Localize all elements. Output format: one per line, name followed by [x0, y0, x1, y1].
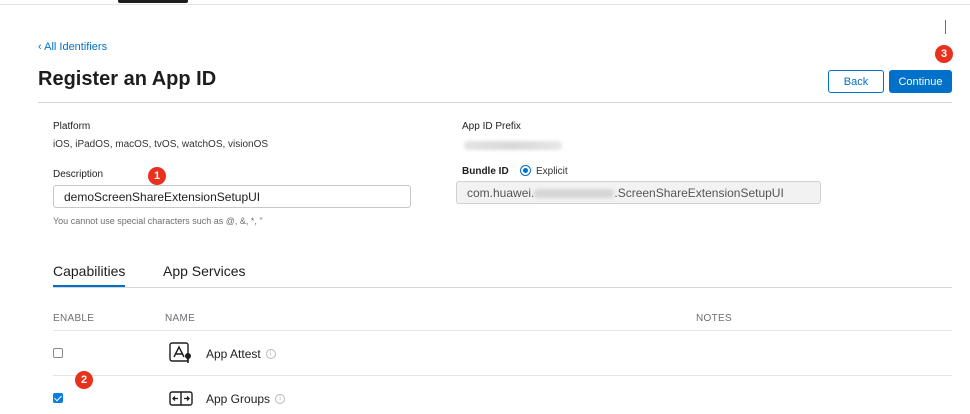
explicit-radio[interactable] — [520, 165, 531, 176]
column-name: NAME — [165, 313, 196, 324]
bundle-id-field: com.huawei. .ScreenShareExtensionSetupUI — [456, 181, 821, 204]
back-button[interactable]: Back — [828, 70, 884, 93]
table-header-divider — [53, 330, 952, 331]
tab-active-indicator — [53, 285, 125, 287]
bundle-id-label: Bundle ID — [462, 166, 509, 177]
description-label: Description — [53, 169, 104, 180]
annotation-badge-3: 3 — [935, 45, 953, 63]
app-id-prefix-label: App ID Prefix — [462, 121, 521, 132]
top-bar-fragment — [118, 0, 188, 3]
app-groups-icon — [169, 391, 193, 406]
column-notes: NOTES — [696, 313, 732, 324]
description-hint: You cannot use special characters such a… — [53, 216, 263, 226]
description-input[interactable] — [53, 185, 411, 208]
platform-label: Platform — [53, 121, 91, 132]
app-groups-checkbox[interactable] — [53, 393, 63, 403]
tab-divider — [53, 287, 952, 288]
annotation-badge-1: 1 — [148, 167, 166, 185]
table-row: App Groups — [206, 392, 286, 406]
app-groups-name: App Groups — [206, 392, 271, 406]
bundle-id-redacted — [534, 189, 615, 199]
info-icon[interactable] — [265, 348, 276, 359]
header-divider — [38, 102, 952, 103]
app-attest-name: App Attest — [206, 347, 261, 361]
tab-app-services[interactable]: App Services — [163, 263, 245, 279]
annotation-badge-2: 2 — [75, 371, 93, 389]
annotation-line — [945, 20, 946, 34]
tab-capabilities[interactable]: Capabilities — [53, 263, 125, 279]
bundle-id-prefix: com.huawei. — [467, 186, 535, 200]
app-id-prefix-value-redacted — [464, 141, 562, 150]
row-divider — [53, 375, 952, 376]
info-icon[interactable] — [275, 393, 286, 404]
explicit-radio-label[interactable]: Explicit — [536, 166, 568, 177]
continue-button[interactable]: Continue — [889, 70, 952, 93]
platform-value: iOS, iPadOS, macOS, tvOS, watchOS, visio… — [53, 139, 269, 150]
breadcrumb-all-identifiers[interactable]: ‹ All Identifiers — [38, 41, 107, 53]
app-attest-icon — [169, 342, 191, 363]
bundle-id-suffix: .ScreenShareExtensionSetupUI — [614, 186, 784, 200]
table-row: App Attest — [206, 347, 276, 361]
column-enable: ENABLE — [53, 313, 95, 324]
page-title: Register an App ID — [38, 68, 217, 90]
app-attest-checkbox[interactable] — [53, 348, 63, 358]
